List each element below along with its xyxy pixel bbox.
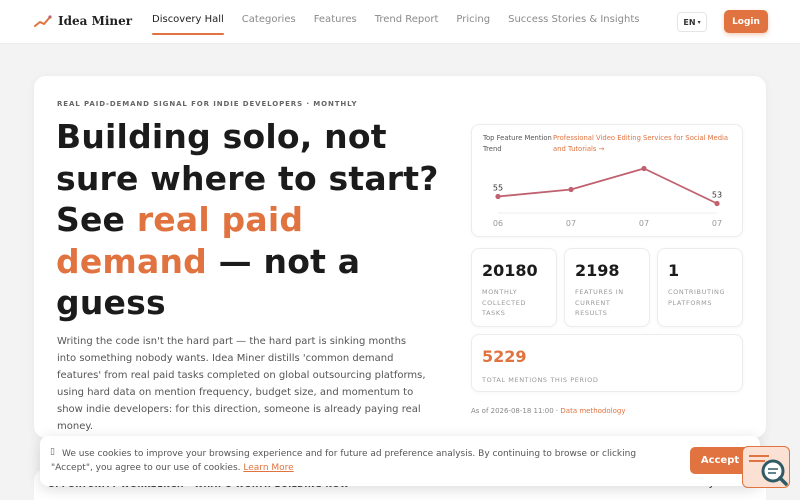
nav-categories[interactable]: Categories	[242, 14, 296, 35]
nav-success-stories[interactable]: Success Stories & Insights	[508, 14, 639, 35]
trend-point-2	[641, 165, 647, 172]
trend-point-1	[568, 186, 574, 193]
cookie-text-block: We use cookies to improve your browsing …	[51, 447, 671, 475]
language-selector[interactable]: EN ▾	[677, 12, 707, 32]
stat-label: TOTAL MENTIONS THIS PERIOD	[482, 376, 599, 384]
app-name: Idea Miner	[58, 14, 133, 28]
timestamp-text: As of 2026-08-18 11:00 ·	[471, 407, 561, 415]
hero-headline: Building solo, not sure where to start? …	[56, 116, 446, 324]
data-label-0: 55	[493, 184, 503, 193]
login-button[interactable]: Login	[724, 10, 768, 33]
floating-chat-button[interactable]	[742, 446, 790, 488]
x-tick-label-3: 07	[712, 219, 722, 228]
hero-description: Writing the code isn't the hard part — t…	[57, 336, 426, 432]
stat-label: CONTRIBUTING PLATFORMS	[668, 288, 726, 307]
methodology-link[interactable]: Data methodology	[560, 407, 625, 415]
hero-eyebrow: REAL PAID-DEMAND SIGNAL FOR INDIE DEVELO…	[57, 100, 358, 108]
main-nav: Discovery Hall Categories Features Trend…	[152, 14, 639, 35]
nav-discovery-hall[interactable]: Discovery Hall	[152, 14, 224, 35]
stat-card-total-mentions: 5229 TOTAL MENTIONS THIS PERIOD	[471, 334, 743, 392]
stat-value: 5229	[482, 347, 527, 366]
trend-series-line	[497, 167, 718, 205]
learn-more-link[interactable]: Learn More	[243, 463, 293, 473]
stat-card-monthly-tasks: 20180 MONTHLY COLLECTED TASKS	[471, 248, 557, 327]
nav-trend-report[interactable]: Trend Report	[375, 14, 439, 35]
hero-card: REAL PAID-DEMAND SIGNAL FOR INDIE DEVELO…	[34, 76, 766, 438]
trend-point-0	[495, 193, 501, 200]
x-tick-label-2: 07	[639, 219, 649, 228]
x-tick-label-0: 06	[493, 219, 503, 228]
accept-button[interactable]: Accept	[690, 447, 750, 474]
stat-label: MONTHLY COLLECTED TASKS	[482, 288, 527, 317]
nav-features[interactable]: Features	[314, 14, 357, 35]
trend-point-3	[714, 200, 720, 207]
trend-card: Top Feature Mention Trend Professional V…	[471, 124, 743, 237]
data-timestamp: As of 2026-08-18 11:00 · Data methodolog…	[471, 407, 625, 415]
chevron-down-icon: ▾	[697, 18, 701, 26]
language-label: EN	[683, 17, 696, 27]
cookie-banner: ▯ We use cookies to improve your browsin…	[40, 436, 760, 486]
stat-card-features: 2198 FEATURES IN CURRENT RESULTS	[564, 248, 650, 327]
stat-card-platforms: 1 CONTRIBUTING PLATFORMS	[657, 248, 743, 327]
logo[interactable]: Idea Miner	[34, 14, 132, 28]
cookie-message: We use cookies to improve your browsing …	[51, 449, 637, 473]
trend-line-chart: 06 55 07 07 07 53	[493, 165, 722, 228]
data-label-3: 53	[712, 191, 722, 200]
x-tick-label-1: 07	[566, 219, 576, 228]
top-navigation-bar: Idea Miner Discovery Hall Categories Fea…	[0, 0, 800, 44]
logo-chart-icon	[34, 15, 52, 27]
search-chat-icon	[749, 455, 788, 486]
stat-value: 20180	[482, 261, 538, 280]
stat-label: FEATURES IN CURRENT RESULTS	[575, 288, 624, 317]
stat-value: 2198	[575, 261, 620, 280]
stat-value: 1	[668, 261, 680, 280]
nav-pricing[interactable]: Pricing	[456, 14, 490, 35]
